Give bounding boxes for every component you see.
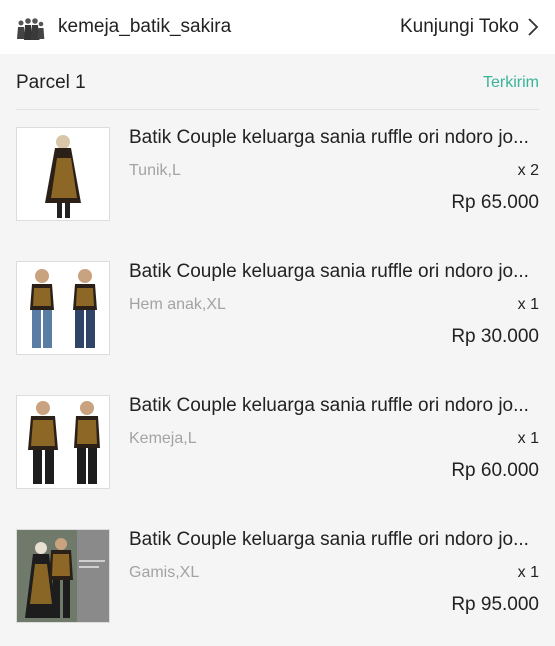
visit-shop-label: Kunjungi Toko [399, 16, 519, 37]
product-image [16, 261, 110, 355]
item-quantity: x 2 [517, 162, 539, 179]
item-price: Rp 65.000 [451, 192, 539, 213]
item-variant: Kemeja,L [129, 430, 197, 447]
list-item[interactable]: Batik Couple keluarga sania ruffle ori n… [0, 244, 555, 378]
parcel-status: Terkirim [483, 73, 539, 91]
chevron-right-icon [528, 18, 539, 36]
item-price: Rp 95.000 [451, 594, 539, 615]
visit-shop-button[interactable]: Kunjungi Toko [400, 16, 539, 38]
item-price: Rp 60.000 [451, 460, 539, 481]
item-name: Batik Couple keluarga sania ruffle ori n… [129, 127, 529, 148]
parcel-header: Parcel 1 Terkirim [16, 56, 539, 110]
product-image [16, 529, 110, 623]
item-price: Rp 30.000 [451, 326, 539, 347]
item-name: Batik Couple keluarga sania ruffle ori n… [129, 261, 529, 282]
item-quantity: x 1 [517, 296, 539, 313]
list-item[interactable]: Batik Couple keluarga sania ruffle ori n… [0, 512, 555, 646]
item-variant: Gamis,XL [129, 564, 200, 581]
item-variant: Hem anak,XL [129, 296, 226, 313]
item-list: Batik Couple keluarga sania ruffle ori n… [0, 110, 555, 646]
shop-avatar[interactable] [16, 12, 46, 42]
item-name: Batik Couple keluarga sania ruffle ori n… [129, 395, 529, 416]
shop-name[interactable]: kemeja_batik_sakira [58, 16, 231, 38]
item-variant: Tunik,L [129, 162, 181, 179]
product-image [16, 395, 110, 489]
item-name: Batik Couple keluarga sania ruffle ori n… [129, 529, 529, 550]
parcel-title: Parcel 1 [16, 71, 86, 93]
list-item[interactable]: Batik Couple keluarga sania ruffle ori n… [0, 378, 555, 512]
item-quantity: x 1 [517, 564, 539, 581]
list-item[interactable]: Batik Couple keluarga sania ruffle ori n… [0, 110, 555, 244]
family-avatar-icon [17, 18, 45, 40]
item-quantity: x 1 [517, 430, 539, 447]
shop-header: kemeja_batik_sakira Kunjungi Toko [0, 0, 555, 54]
product-image [16, 127, 110, 221]
